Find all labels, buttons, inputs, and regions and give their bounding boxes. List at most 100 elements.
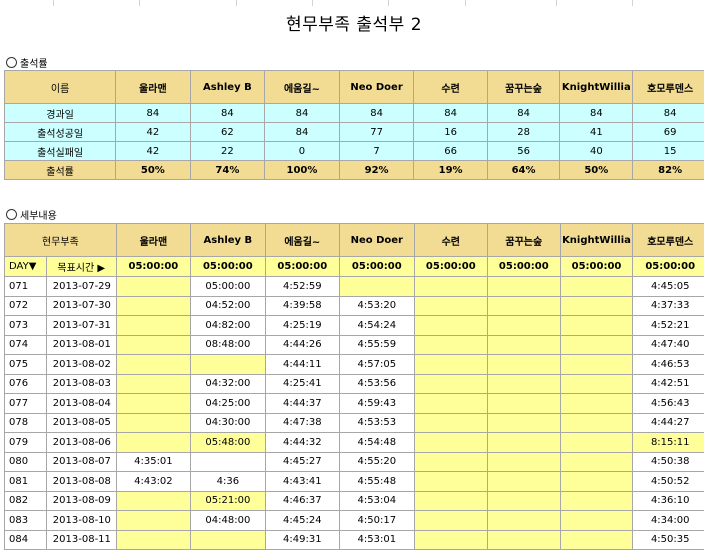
- summary-value[interactable]: 0: [264, 141, 340, 161]
- summary-row-label[interactable]: 출석성공일: [3, 122, 117, 142]
- check-in-time[interactable]: 4:54:24: [339, 315, 415, 336]
- check-in-time[interactable]: [413, 315, 489, 336]
- day-number[interactable]: 078: [4, 412, 47, 433]
- check-in-time[interactable]: [413, 295, 489, 316]
- date-cell[interactable]: 2013-08-10: [45, 510, 117, 531]
- summary-value[interactable]: 15: [632, 141, 708, 161]
- summary-value[interactable]: 84: [413, 103, 488, 123]
- rate-value[interactable]: 19%: [413, 160, 488, 180]
- summary-value[interactable]: 41: [559, 122, 634, 142]
- rate-label[interactable]: 출석률: [3, 160, 117, 180]
- check-in-time[interactable]: 4:44:11: [264, 354, 341, 375]
- check-in-time[interactable]: [115, 276, 192, 297]
- day-number[interactable]: 081: [4, 471, 47, 492]
- check-in-time[interactable]: 4:35:01: [115, 451, 192, 472]
- summary-value[interactable]: 84: [264, 103, 340, 123]
- check-in-time[interactable]: [115, 295, 192, 316]
- check-in-time[interactable]: 05:48:00: [190, 432, 266, 453]
- check-in-time[interactable]: 4:57:05: [339, 354, 415, 375]
- check-in-time[interactable]: [487, 315, 561, 336]
- check-in-time[interactable]: [413, 354, 489, 375]
- check-in-time[interactable]: [413, 334, 489, 355]
- day-number[interactable]: 072: [4, 295, 47, 316]
- date-cell[interactable]: 2013-08-11: [45, 529, 117, 550]
- player-header[interactable]: 수련: [413, 70, 488, 104]
- check-in-time[interactable]: [115, 412, 192, 433]
- target-time[interactable]: 05:00:00: [190, 256, 266, 277]
- date-cell[interactable]: 2013-08-08: [45, 471, 117, 492]
- check-in-time[interactable]: [339, 276, 415, 297]
- check-in-time[interactable]: 4:53:56: [339, 373, 415, 394]
- target-time[interactable]: 05:00:00: [632, 256, 708, 277]
- check-in-time[interactable]: [487, 393, 561, 414]
- check-in-time[interactable]: 4:43:41: [264, 471, 341, 492]
- check-in-time[interactable]: [487, 490, 561, 511]
- rate-value[interactable]: 92%: [338, 160, 415, 180]
- check-in-time[interactable]: 4:45:05: [632, 276, 708, 297]
- player-header[interactable]: 호모루덴스: [632, 70, 708, 104]
- summary-value[interactable]: 84: [486, 103, 561, 123]
- check-in-time[interactable]: 4:47:38: [264, 412, 341, 433]
- target-time[interactable]: 05:00:00: [559, 256, 634, 277]
- check-in-time[interactable]: 4:53:20: [339, 295, 415, 316]
- player-header[interactable]: 호모루덴스: [632, 223, 708, 257]
- check-in-time[interactable]: [115, 529, 192, 550]
- check-in-time[interactable]: 4:59:43: [339, 393, 415, 414]
- player-header[interactable]: 수련: [413, 223, 489, 257]
- rate-value[interactable]: 50%: [115, 160, 191, 180]
- check-in-time[interactable]: [115, 373, 192, 394]
- check-in-time[interactable]: [413, 471, 489, 492]
- check-in-time[interactable]: [559, 510, 634, 531]
- rate-value[interactable]: 82%: [632, 160, 708, 180]
- check-in-time[interactable]: [413, 490, 489, 511]
- summary-value[interactable]: 42: [115, 141, 191, 161]
- summary-value[interactable]: 84: [338, 103, 415, 123]
- check-in-time[interactable]: 4:45:24: [264, 510, 341, 531]
- check-in-time[interactable]: [413, 529, 489, 550]
- check-in-time[interactable]: 4:52:21: [632, 315, 708, 336]
- check-in-time[interactable]: [115, 432, 192, 453]
- player-header[interactable]: Ashley B: [189, 70, 266, 104]
- check-in-time[interactable]: [190, 451, 266, 472]
- summary-value[interactable]: 69: [632, 122, 708, 142]
- summary-value[interactable]: 56: [486, 141, 561, 161]
- summary-value[interactable]: 84: [264, 122, 340, 142]
- player-header[interactable]: 꿈꾸는숲: [486, 70, 561, 104]
- check-in-time[interactable]: 04:25:00: [190, 393, 266, 414]
- check-in-time[interactable]: 4:25:41: [264, 373, 341, 394]
- rate-value[interactable]: 50%: [559, 160, 634, 180]
- summary-value[interactable]: 84: [632, 103, 708, 123]
- day-number[interactable]: 084: [4, 529, 47, 550]
- check-in-time[interactable]: 4:50:17: [339, 510, 415, 531]
- summary-row-label[interactable]: 출석실패일: [3, 141, 117, 161]
- check-in-time[interactable]: 4:36: [190, 471, 266, 492]
- target-time[interactable]: 05:00:00: [487, 256, 561, 277]
- check-in-time[interactable]: [559, 451, 634, 472]
- check-in-time[interactable]: 4:39:58: [264, 295, 341, 316]
- check-in-time[interactable]: [413, 276, 489, 297]
- check-in-time[interactable]: 4:53:53: [339, 412, 415, 433]
- check-in-time[interactable]: [559, 373, 634, 394]
- check-in-time[interactable]: 4:43:02: [115, 471, 192, 492]
- check-in-time[interactable]: 4:50:35: [632, 529, 708, 550]
- day-number[interactable]: 082: [4, 490, 47, 511]
- check-in-time[interactable]: [559, 295, 634, 316]
- player-header[interactable]: 울라맨: [115, 70, 191, 104]
- check-in-time[interactable]: [559, 354, 634, 375]
- check-in-time[interactable]: 4:53:04: [339, 490, 415, 511]
- check-in-time[interactable]: [487, 432, 561, 453]
- check-in-time[interactable]: 4:44:37: [264, 393, 341, 414]
- check-in-time[interactable]: 4:55:59: [339, 334, 415, 355]
- check-in-time[interactable]: [413, 510, 489, 531]
- player-header[interactable]: 울라맨: [115, 223, 192, 257]
- player-header[interactable]: KnightWillia: [559, 223, 634, 257]
- check-in-time[interactable]: 04:52:00: [190, 295, 266, 316]
- day-number[interactable]: 077: [4, 393, 47, 414]
- day-number[interactable]: 073: [4, 315, 47, 336]
- summary-value[interactable]: 66: [413, 141, 488, 161]
- check-in-time[interactable]: [487, 295, 561, 316]
- check-in-time[interactable]: 4:34:00: [632, 510, 708, 531]
- check-in-time[interactable]: [487, 276, 561, 297]
- date-cell[interactable]: 2013-07-29: [45, 276, 117, 297]
- day-number[interactable]: 080: [4, 451, 47, 472]
